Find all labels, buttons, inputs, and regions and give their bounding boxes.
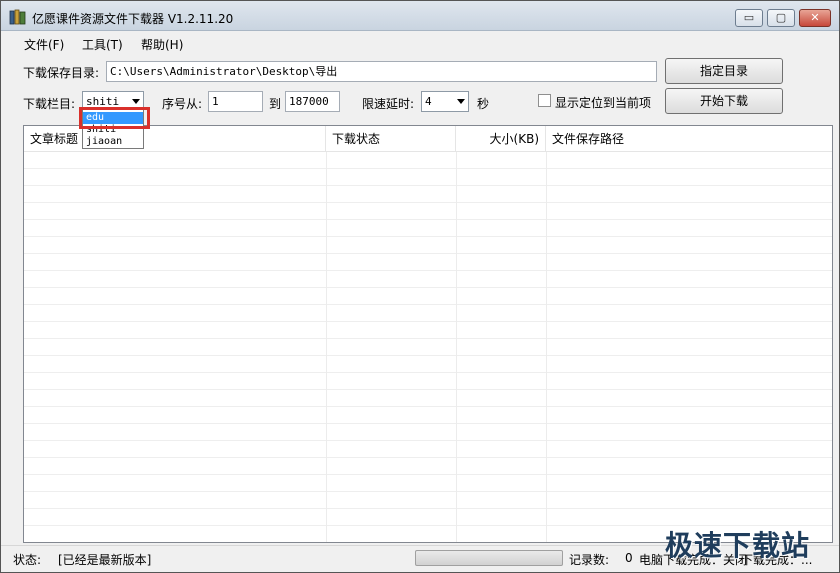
- column-header-title[interactable]: 文章标题: [24, 126, 326, 152]
- close-button[interactable]: ✕: [799, 9, 831, 27]
- chevron-down-icon: [457, 99, 465, 104]
- window-title: 亿愿课件资源文件下载器 V1.2.11.20: [32, 12, 234, 26]
- seq-from-label: 序号从:: [162, 97, 203, 111]
- column-header-status[interactable]: 下载状态: [326, 126, 456, 152]
- set-directory-button[interactable]: 指定目录: [665, 58, 783, 84]
- menu-tools[interactable]: 工具(T): [82, 36, 123, 53]
- records-count: 0: [625, 551, 633, 565]
- column-header-size[interactable]: 大小(KB): [456, 126, 546, 152]
- locate-current-label[interactable]: 显示定位到当前项: [555, 94, 651, 111]
- minimize-button[interactable]: ▭: [735, 9, 763, 27]
- maximize-button[interactable]: ▢: [767, 9, 795, 27]
- column-header-path[interactable]: 文件保存路径: [546, 126, 832, 152]
- seq-to-label: 到: [269, 97, 282, 111]
- maximize-icon: ▢: [775, 11, 787, 24]
- delay-label: 限速延时:: [362, 97, 415, 111]
- annotation-highlight-box: [79, 107, 150, 129]
- title-bar[interactable]: 亿愿课件资源文件下载器 V1.2.11.20 ▭ ▢ ✕: [1, 1, 839, 31]
- menu-bar: 文件(F) 工具(T) 帮助(H): [1, 31, 839, 55]
- delay-unit: 秒: [477, 97, 490, 111]
- books-icon: [9, 9, 26, 25]
- menu-file[interactable]: 文件(F): [24, 36, 64, 53]
- start-download-button[interactable]: 开始下载: [665, 88, 783, 114]
- column-divider: [456, 152, 457, 542]
- column-divider: [326, 152, 327, 542]
- column-label: 下载栏目:: [23, 97, 76, 111]
- delay-select[interactable]: 4: [421, 91, 469, 112]
- chevron-down-icon: [132, 99, 140, 104]
- status-label: 状态:: [13, 553, 42, 567]
- records-label: 记录数:: [569, 553, 610, 567]
- status-message: [已经是最新版本]: [58, 553, 152, 567]
- download-list[interactable]: 文章标题 下载状态 大小(KB) 文件保存路径: [23, 125, 833, 543]
- save-dir-label: 下载保存目录:: [23, 66, 100, 80]
- seq-from-input[interactable]: 1: [208, 91, 263, 112]
- list-rows: [24, 152, 832, 542]
- dropdown-option-jiaoan[interactable]: jiaoan: [83, 136, 143, 148]
- save-dir-input[interactable]: C:\Users\Administrator\Desktop\导出: [106, 61, 657, 82]
- list-header: 文章标题 下载状态 大小(KB) 文件保存路径: [24, 126, 832, 152]
- menu-help[interactable]: 帮助(H): [141, 36, 183, 53]
- app-window: 亿愿课件资源文件下载器 V1.2.11.20 ▭ ▢ ✕ 文件(F) 工具(T)…: [0, 0, 840, 573]
- delay-select-value: 4: [425, 95, 432, 108]
- seq-to-input[interactable]: 187000: [285, 91, 340, 112]
- column-divider: [546, 152, 547, 542]
- download-progress-bar: [415, 550, 563, 566]
- locate-current-checkbox[interactable]: [538, 94, 551, 107]
- minimize-icon: ▭: [743, 11, 755, 24]
- watermark-logo: 极速下载站: [665, 529, 811, 562]
- close-icon: ✕: [810, 11, 820, 24]
